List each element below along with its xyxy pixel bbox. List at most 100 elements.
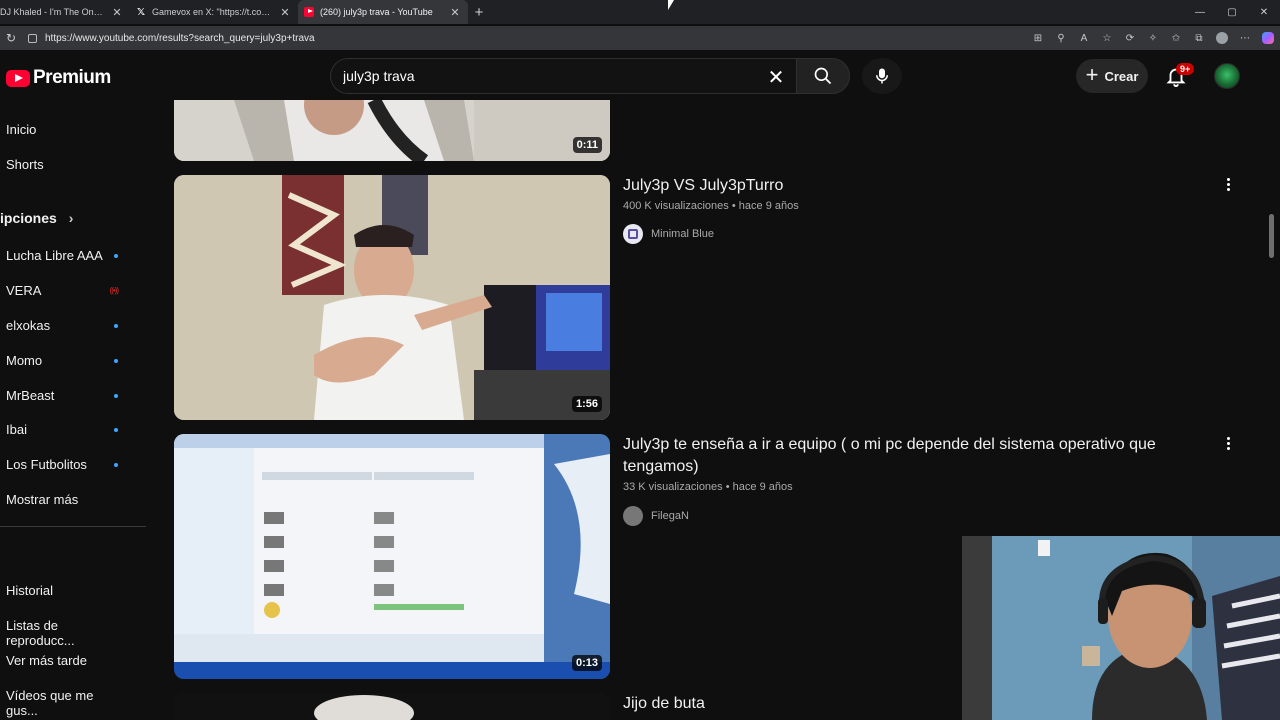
minimize-button[interactable]: — bbox=[1184, 0, 1216, 24]
url-field[interactable]: https://www.youtube.com/results?search_q… bbox=[20, 28, 1020, 48]
browser-tab[interactable]: 𝕏 Gamevox en X: "https://t.co/UwG ✕ bbox=[130, 0, 298, 24]
more-vert-icon[interactable] bbox=[1220, 176, 1236, 193]
sidebar-item-label: VERA bbox=[6, 283, 42, 298]
channel-link[interactable]: FilegaN bbox=[623, 506, 689, 526]
video-metadata: 33 K visualizaciones • hace 9 años bbox=[623, 481, 793, 493]
thumbnail-image bbox=[174, 693, 610, 720]
sidebar-item-historial[interactable]: Historial bbox=[6, 583, 146, 598]
new-content-dot bbox=[114, 462, 118, 467]
account-avatar[interactable] bbox=[1214, 63, 1240, 89]
voice-search-button[interactable] bbox=[862, 58, 902, 94]
video-thumbnail[interactable]: 0:11 bbox=[174, 100, 610, 161]
more-vert-icon[interactable] bbox=[1220, 435, 1236, 452]
zoom-icon[interactable]: ⚲ bbox=[1055, 32, 1067, 44]
tab-title: Gamevox en X: "https://t.co/UwG bbox=[152, 7, 272, 17]
new-content-dot bbox=[114, 253, 118, 258]
sidebar-item-label: Lucha Libre AAA bbox=[6, 248, 103, 263]
mic-icon bbox=[876, 68, 888, 84]
create-label: Crear bbox=[1104, 68, 1139, 84]
sidebar-item-label: Inicio bbox=[6, 122, 37, 137]
sidebar-item-elxokas[interactable]: elxokas bbox=[6, 318, 146, 333]
url-text: https://www.youtube.com/results?search_q… bbox=[45, 32, 315, 44]
extensions-icon[interactable]: ✧ bbox=[1147, 32, 1159, 44]
sidebar-item-label: Ver más tarde bbox=[6, 653, 87, 668]
create-button[interactable]: + Crear bbox=[1076, 59, 1148, 93]
video-title[interactable]: July3p VS July3pTurro bbox=[623, 175, 1183, 197]
channel-avatar bbox=[623, 224, 643, 244]
favorite-star-icon[interactable]: ☆ bbox=[1101, 32, 1113, 44]
youtube-favicon-icon bbox=[304, 7, 314, 17]
video-thumbnail[interactable] bbox=[174, 693, 610, 720]
sidebar-item-los-futbolitos[interactable]: Los Futbolitos bbox=[6, 457, 146, 472]
window-controls: — ▢ ✕ bbox=[1184, 0, 1280, 24]
video-metadata: 400 K visualizaciones • hace 9 años bbox=[623, 200, 799, 212]
page-scrollbar[interactable] bbox=[1269, 214, 1274, 258]
sidebar-item-mrbeast[interactable]: MrBeast bbox=[6, 388, 146, 403]
channel-avatar bbox=[623, 506, 643, 526]
refresh-extension-icon[interactable]: ⟳ bbox=[1124, 32, 1136, 44]
sidebar-item-label: Momo bbox=[6, 353, 43, 368]
sidebar-item-playlists[interactable]: Listas de reproducc... bbox=[6, 618, 146, 648]
sidebar-item-label: Historial bbox=[6, 583, 53, 598]
sidebar-item-label: Ibai bbox=[6, 422, 27, 437]
mouse-cursor bbox=[668, 0, 674, 10]
thumbnail-image bbox=[174, 434, 610, 679]
sidebar: Inicio Shorts ipciones › Lucha Libre AAA… bbox=[0, 100, 150, 720]
view-count: 400 K visualizaciones bbox=[623, 200, 729, 212]
close-window-button[interactable]: ✕ bbox=[1248, 0, 1280, 24]
subscriptions-heading[interactable]: ipciones › bbox=[0, 210, 73, 226]
youtube-header: Premium ✕ + Crear 9+ bbox=[0, 52, 1280, 100]
webcam-image bbox=[962, 536, 1280, 720]
sidebar-item-lucha-libre-aaa[interactable]: Lucha Libre AAA bbox=[6, 248, 146, 263]
close-icon[interactable]: ✕ bbox=[448, 6, 462, 19]
channel-name: FilegaN bbox=[651, 510, 689, 522]
view-count: 33 K visualizaciones bbox=[623, 481, 723, 493]
address-bar-tools: ⊞ ⚲ A ☆ ⟳ ✧ ✩ ⧉ ⋯ bbox=[1032, 26, 1274, 50]
search-input[interactable] bbox=[331, 68, 751, 84]
video-duration: 0:13 bbox=[571, 655, 602, 671]
close-icon[interactable]: ✕ bbox=[278, 6, 292, 19]
subscriptions-title: ipciones bbox=[0, 210, 57, 226]
browser-tab[interactable]: DJ Khaled - I'm The One ft. ✕ bbox=[0, 0, 130, 24]
browser-tab-bar: DJ Khaled - I'm The One ft. ✕ 𝕏 Gamevox … bbox=[0, 0, 1280, 24]
copilot-icon[interactable] bbox=[1262, 32, 1274, 44]
sidebar-item-label: Shorts bbox=[6, 157, 44, 172]
app-icon[interactable]: ⊞ bbox=[1032, 32, 1044, 44]
close-icon[interactable]: ✕ bbox=[110, 6, 124, 19]
sidebar-item-momo[interactable]: Momo bbox=[6, 353, 146, 368]
lock-icon bbox=[28, 33, 37, 43]
new-content-dot bbox=[114, 393, 118, 398]
new-content-dot bbox=[114, 323, 118, 328]
sidebar-item-shorts[interactable]: Shorts bbox=[6, 157, 146, 172]
new-tab-button[interactable]: + bbox=[468, 1, 490, 23]
sidebar-item-ibai[interactable]: Ibai bbox=[6, 422, 146, 437]
collections-icon[interactable]: ⧉ bbox=[1193, 32, 1205, 44]
channel-link[interactable]: Minimal Blue bbox=[623, 224, 714, 244]
profile-icon[interactable] bbox=[1216, 32, 1228, 44]
sidebar-item-liked-videos[interactable]: Vídeos que me gus... bbox=[6, 688, 146, 718]
address-bar: ↻ https://www.youtube.com/results?search… bbox=[0, 26, 1280, 50]
sidebar-item-watch-later[interactable]: Ver más tarde bbox=[6, 653, 146, 668]
maximize-button[interactable]: ▢ bbox=[1216, 0, 1248, 24]
sidebar-item-inicio[interactable]: Inicio bbox=[6, 122, 146, 137]
sidebar-item-label: Vídeos que me gus... bbox=[6, 688, 94, 718]
clear-icon[interactable]: ✕ bbox=[764, 65, 788, 90]
meta-separator: • bbox=[731, 200, 739, 212]
youtube-logo-icon bbox=[6, 69, 30, 87]
video-thumbnail[interactable]: 1:56 bbox=[174, 175, 610, 420]
youtube-premium-logo[interactable]: Premium bbox=[6, 67, 111, 89]
plus-icon: + bbox=[1085, 62, 1099, 87]
video-thumbnail[interactable]: 0:13 bbox=[174, 434, 610, 679]
sidebar-item-label: elxokas bbox=[6, 318, 51, 333]
more-icon[interactable]: ⋯ bbox=[1239, 32, 1251, 44]
sidebar-item-label: Mostrar más bbox=[6, 492, 79, 507]
video-title[interactable]: July3p te enseña a ir a equipo ( o mi pc… bbox=[623, 434, 1183, 478]
notification-badge: 9+ bbox=[1176, 63, 1195, 75]
sidebar-item-vera[interactable]: VERA ((•)) bbox=[6, 283, 146, 298]
favorites-icon[interactable]: ✩ bbox=[1170, 32, 1182, 44]
search-button[interactable] bbox=[796, 58, 850, 94]
reload-icon[interactable]: ↻ bbox=[0, 31, 22, 45]
sidebar-show-more[interactable]: Mostrar más bbox=[6, 492, 146, 507]
browser-tab-active[interactable]: (260) july3p trava - YouTube ✕ bbox=[298, 0, 468, 24]
read-aloud-icon[interactable]: A bbox=[1078, 32, 1090, 44]
